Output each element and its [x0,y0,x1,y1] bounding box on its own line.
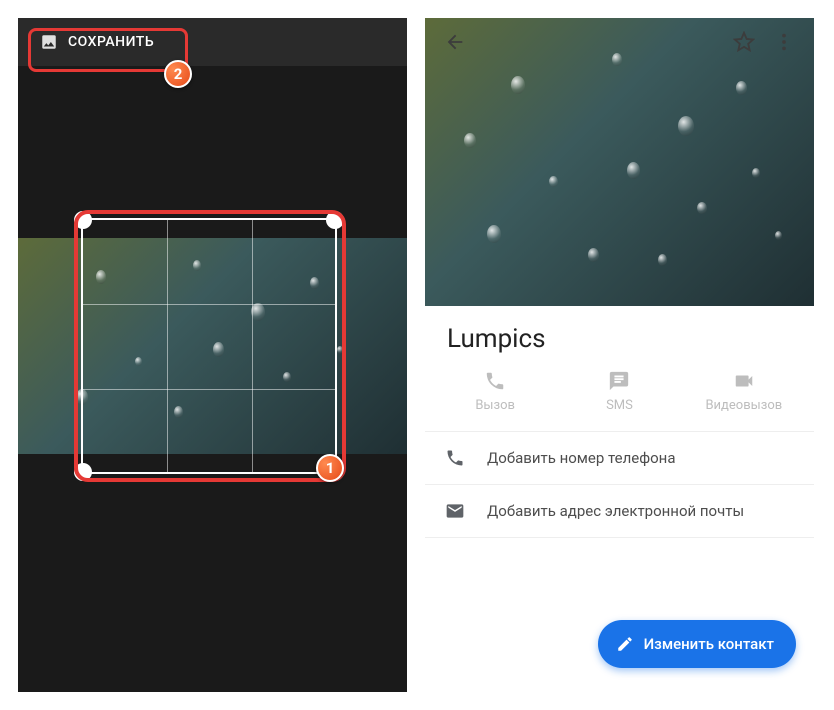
more-button[interactable] [764,22,804,62]
action-sms[interactable]: SMS [564,370,674,413]
contact-name: Lumpics [425,306,814,364]
add-email-item[interactable]: Добавить адрес электронной почты [425,485,814,537]
phone-icon [484,370,506,392]
crop-handle-top-right[interactable] [326,211,344,229]
action-sms-label: SMS [606,398,633,413]
callout-badge-1: 1 [316,454,344,482]
message-icon [608,370,630,392]
callout-badge-2: 2 [164,60,192,88]
crop-handle-bottom-left[interactable] [74,463,92,481]
crop-editor-screen: СОХРАНИТЬ 2 1 [18,18,407,692]
add-phone-item[interactable]: Добавить номер телефона [425,432,814,484]
phone-icon [445,448,465,468]
crop-handle-top-left[interactable] [74,211,92,229]
edit-contact-label: Изменить контакт [644,635,774,653]
action-video-label: Видеовызов [705,398,782,413]
back-button[interactable] [435,22,475,62]
star-outline-icon [733,31,755,53]
add-email-label: Добавить адрес электронной почты [487,502,744,520]
crop-toolbar: СОХРАНИТЬ [18,18,407,66]
favorite-button[interactable] [724,22,764,62]
email-icon [445,501,465,521]
save-button[interactable]: СОХРАНИТЬ [30,27,164,57]
crop-canvas [18,218,407,474]
crop-frame[interactable] [81,218,337,474]
divider [425,537,814,538]
action-call-label: Вызов [475,398,515,413]
contact-detail-screen: Lumpics Вызов SMS Видеовызов Добавить но… [425,18,814,692]
videocam-icon [733,370,755,392]
action-row: Вызов SMS Видеовызов [425,364,814,432]
more-vert-icon [773,31,795,53]
contact-hero-photo [425,18,814,306]
action-call[interactable]: Вызов [440,370,550,413]
arrow-back-icon [444,31,466,53]
action-video[interactable]: Видеовызов [689,370,799,413]
edit-icon [616,635,634,653]
edit-contact-fab[interactable]: Изменить контакт [598,620,796,668]
image-icon [40,33,58,51]
add-phone-label: Добавить номер телефона [487,449,676,467]
save-label: СОХРАНИТЬ [68,34,154,50]
hero-toolbar [425,18,814,66]
